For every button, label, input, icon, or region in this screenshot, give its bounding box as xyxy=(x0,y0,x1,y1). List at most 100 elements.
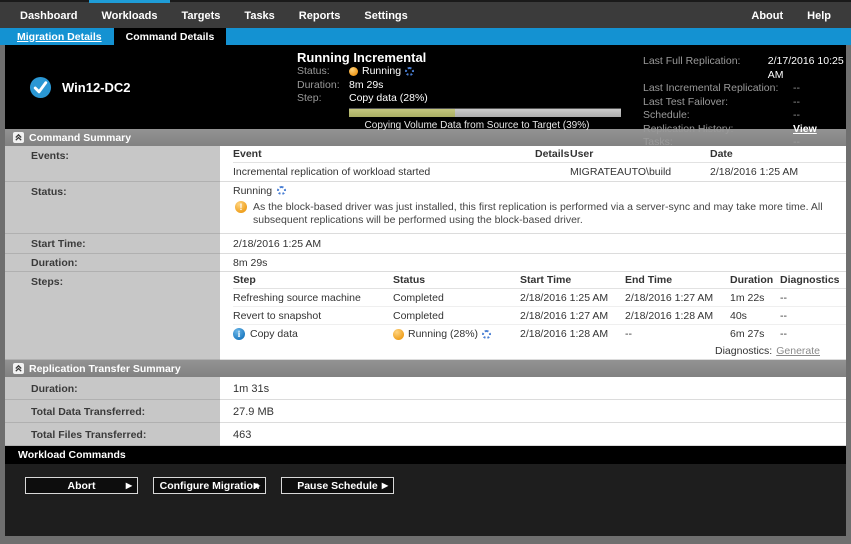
step-start: 2/18/2016 1:28 AM xyxy=(520,328,625,340)
transfer-summary-header: Replication Transfer Summary xyxy=(5,360,846,377)
warning-icon: ! xyxy=(235,201,247,213)
generate-diagnostics-link[interactable]: Generate xyxy=(776,345,820,357)
schedule-label: Schedule: xyxy=(643,109,793,123)
workload-commands-header: Workload Commands xyxy=(5,446,846,464)
steps-col-status: Status xyxy=(393,274,520,286)
replication-history-view-link[interactable]: View xyxy=(793,123,817,137)
summary-status-value: Running xyxy=(233,185,272,197)
step-start: 2/18/2016 1:25 AM xyxy=(520,292,625,304)
workload-name: Win12-DC2 xyxy=(62,80,131,95)
total-files-row: Total Files Transferred: 463 xyxy=(5,423,846,446)
step-row-copy-data: i Copy data Running (28%) 2/18/2016 1:28… xyxy=(233,325,846,343)
step-status: Completed xyxy=(393,310,444,322)
transfer-duration-value: 1m 31s xyxy=(220,377,846,400)
tab-bar: Migration Details Command Details xyxy=(0,28,851,45)
nav-item-reports[interactable]: Reports xyxy=(287,0,353,28)
tab-migration-details[interactable]: Migration Details xyxy=(5,28,114,45)
start-time-row: Start Time: 2/18/2016 1:25 AM xyxy=(5,234,846,254)
schedule-value: -- xyxy=(793,109,800,123)
running-orange-icon xyxy=(393,329,404,340)
steps-col-start: Start Time xyxy=(520,274,625,286)
last-test-failover-label: Last Test Failover: xyxy=(643,96,793,110)
events-col-details: Details xyxy=(535,148,570,160)
total-data-row: Total Data Transferred: 27.9 MB xyxy=(5,400,846,423)
collapse-command-summary-icon[interactable] xyxy=(13,132,24,143)
summary-status-label: Status: xyxy=(5,182,220,234)
start-time-value: 2/18/2016 1:25 AM xyxy=(220,234,846,254)
last-test-failover-value: -- xyxy=(793,96,800,110)
steps-col-end: End Time xyxy=(625,274,730,286)
configure-migration-button-arrow-icon: ▶ xyxy=(254,481,260,490)
duration-row: Duration: 8m 29s xyxy=(5,254,846,272)
last-full-replication-value: 2/17/2016 10:25 AM xyxy=(768,55,846,82)
nav-item-workloads[interactable]: Workloads xyxy=(89,0,169,28)
step-end: 2/18/2016 1:27 AM xyxy=(625,292,730,304)
workload-check-icon xyxy=(29,76,52,99)
duration-value: 8m 29s xyxy=(349,79,383,93)
last-incremental-replication-value: -- xyxy=(793,82,800,96)
step-diagnostics: -- xyxy=(780,310,846,322)
total-files-value: 463 xyxy=(220,423,846,446)
tab-command-details[interactable]: Command Details xyxy=(114,28,227,45)
workload-commands-area: Abort ▶ Configure Migration ▶ Pause Sche… xyxy=(5,464,846,536)
info-icon[interactable]: i xyxy=(233,328,245,340)
steps-table: Step Status Start Time End Time Duration… xyxy=(220,272,846,360)
replication-title: Running Incremental xyxy=(297,50,629,65)
tasks-value: -- xyxy=(793,136,800,150)
status-spinner-icon xyxy=(405,67,414,76)
step-name: Refreshing source machine xyxy=(233,292,361,304)
tab-command-details-label: Command Details xyxy=(126,31,215,43)
events-col-user: User xyxy=(570,148,710,160)
pause-schedule-button-arrow-icon: ▶ xyxy=(382,481,388,490)
abort-button-arrow-icon: ▶ xyxy=(126,481,132,490)
events-row: Events: Event Details User Date Incremen… xyxy=(5,146,846,182)
events-table: Event Details User Date Incremental repl… xyxy=(220,146,846,182)
events-col-date: Date xyxy=(710,148,846,160)
steps-col-step: Step xyxy=(233,274,393,286)
step-duration: 6m 27s xyxy=(730,328,780,340)
nav-item-settings[interactable]: Settings xyxy=(352,0,419,28)
step-diagnostics: -- xyxy=(780,292,846,304)
driver-note: ! As the block-based driver was just ins… xyxy=(233,199,846,233)
step-end: 2/18/2016 1:28 AM xyxy=(625,310,730,322)
workload-header: Win12-DC2 Running Incremental Status: Ru… xyxy=(5,45,846,129)
event-row: Incremental replication of workload star… xyxy=(233,163,846,181)
summary-status-spinner-icon xyxy=(277,186,286,195)
step-diagnostics: -- xyxy=(780,328,846,340)
event-name: Incremental replication of workload star… xyxy=(233,166,535,178)
top-nav: Dashboard Workloads Targets Tasks Report… xyxy=(0,0,851,28)
command-summary-title: Command Summary xyxy=(29,132,131,144)
event-date: 2/18/2016 1:25 AM xyxy=(710,166,846,178)
diagnostics-label: Diagnostics: xyxy=(715,345,772,357)
collapse-transfer-summary-icon[interactable] xyxy=(13,363,24,374)
pause-schedule-button[interactable]: Pause Schedule ▶ xyxy=(281,477,394,494)
tasks-label: Tasks: xyxy=(643,136,793,150)
status-label: Status: xyxy=(297,65,349,79)
steps-col-diagnostics: Diagnostics xyxy=(780,274,846,286)
configure-migration-button[interactable]: Configure Migration ▶ xyxy=(153,477,266,494)
nav-item-about[interactable]: About xyxy=(739,0,795,28)
nav-spacer xyxy=(420,2,740,28)
nav-item-dashboard[interactable]: Dashboard xyxy=(8,0,89,28)
nav-item-targets[interactable]: Targets xyxy=(170,0,233,28)
progress-caption: Copying Volume Data from Source to Targe… xyxy=(327,120,627,131)
step-duration: 1m 22s xyxy=(730,292,780,304)
summary-duration-value: 8m 29s xyxy=(220,254,846,272)
status-value: Running xyxy=(362,65,401,79)
tab-migration-details-label: Migration Details xyxy=(17,31,102,43)
step-row-revert: Revert to snapshot Completed 2/18/2016 1… xyxy=(233,307,846,325)
step-spinner-icon xyxy=(482,330,491,339)
transfer-summary-title: Replication Transfer Summary xyxy=(29,363,181,375)
step-status: Running (28%) xyxy=(408,328,478,340)
step-start: 2/18/2016 1:27 AM xyxy=(520,310,625,322)
last-incremental-replication-label: Last Incremental Replication: xyxy=(643,82,793,96)
workload-commands-title: Workload Commands xyxy=(18,449,126,461)
step-status: Completed xyxy=(393,292,444,304)
nav-item-help[interactable]: Help xyxy=(795,0,843,28)
step-duration: 40s xyxy=(730,310,780,322)
nav-item-tasks[interactable]: Tasks xyxy=(232,0,286,28)
duration-label: Duration: xyxy=(297,79,349,93)
event-user: MIGRATEAUTO\build xyxy=(570,166,710,178)
events-col-event: Event xyxy=(233,148,535,160)
abort-button[interactable]: Abort ▶ xyxy=(25,477,138,494)
